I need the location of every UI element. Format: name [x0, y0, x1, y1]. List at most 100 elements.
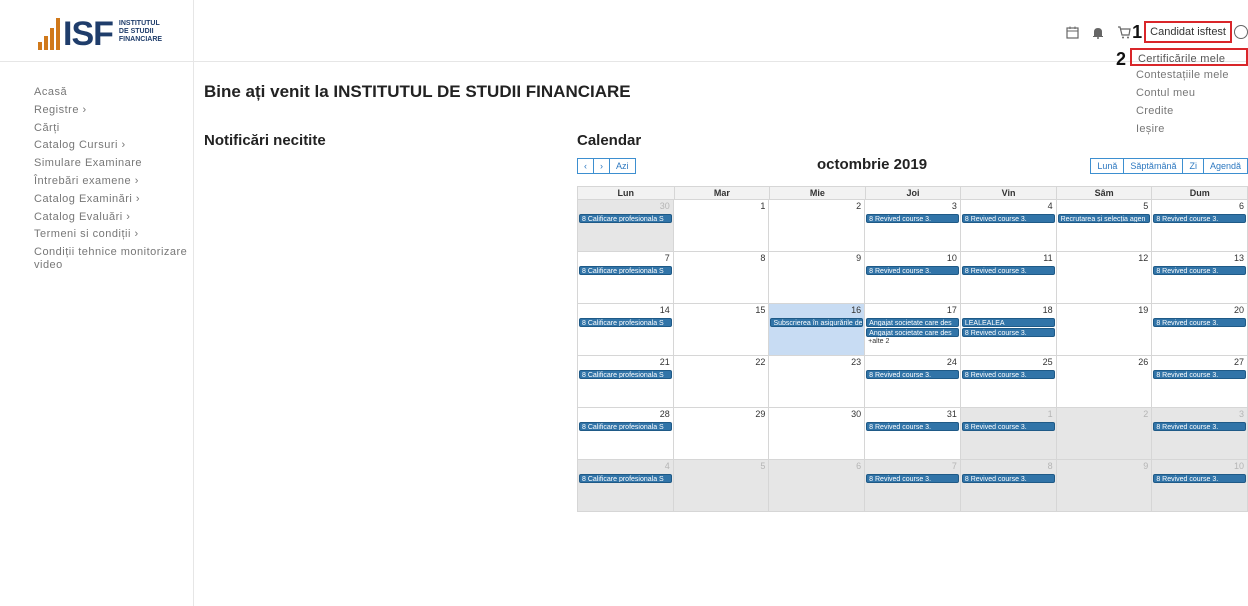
calendar-day-cell[interactable]: 8 — [673, 252, 770, 303]
day-number[interactable]: 3 — [1239, 409, 1244, 419]
day-number[interactable]: 25 — [1043, 357, 1053, 367]
calendar-day-cell[interactable]: 24 8 Revived course 3. — [865, 356, 961, 407]
calendar-day-cell[interactable]: 27 8 Revived course 3. — [1152, 356, 1248, 407]
calendar-day-cell[interactable]: 28 8 Calificare profesionala S — [578, 408, 674, 459]
calendar-day-cell[interactable]: 25 8 Revived course 3. — [960, 356, 1057, 407]
calendar-event[interactable]: 8 Calificare profesionala S — [579, 214, 672, 223]
calendar-event[interactable]: 8 Revived course 3. — [866, 266, 959, 275]
calendar-event[interactable]: 8 Calificare profesionala S — [579, 370, 672, 379]
day-number[interactable]: 30 — [660, 201, 670, 211]
day-number[interactable]: 8 — [1048, 461, 1053, 471]
calendar-day-cell[interactable]: 15 — [673, 304, 770, 355]
day-number[interactable]: 7 — [952, 461, 957, 471]
calendar-day-cell[interactable]: 13 8 Revived course 3. — [1152, 252, 1248, 303]
calendar-icon[interactable] — [1064, 24, 1080, 40]
day-number[interactable]: 3 — [952, 201, 957, 211]
menu-item-my-account[interactable]: Contul meu — [1130, 84, 1248, 102]
calendar-day-cell[interactable]: 4 8 Revived course 3. — [960, 200, 1057, 251]
user-circle-icon[interactable] — [1234, 25, 1248, 39]
calendar-day-cell[interactable]: 6 — [769, 460, 866, 511]
user-menu-button[interactable]: Candidat isftest — [1144, 21, 1232, 43]
sidebar-item-exam-questions[interactable]: Întrebări examene › — [34, 173, 194, 191]
menu-item-my-certifications[interactable]: Certificările mele — [1130, 48, 1248, 66]
day-number[interactable]: 10 — [947, 253, 957, 263]
day-number[interactable]: 30 — [851, 409, 861, 419]
calendar-event[interactable]: Angajat societate care des — [866, 318, 959, 327]
calendar-day-cell[interactable]: 10 8 Revived course 3. — [1152, 460, 1248, 511]
calendar-day-cell[interactable]: 17 Angajat societate care des Angajat soci… — [865, 304, 961, 355]
day-number[interactable]: 2 — [1143, 409, 1148, 419]
day-number[interactable]: 8 — [760, 253, 765, 263]
sidebar-item-books[interactable]: Cărți — [34, 120, 194, 138]
sidebar-item-registers[interactable]: Registre › — [34, 102, 194, 120]
calendar-event[interactable]: 8 Calificare profesionala S — [579, 318, 672, 327]
calendar-day-cell[interactable]: 7 8 Revived course 3. — [865, 460, 961, 511]
calendar-day-cell[interactable]: 10 8 Revived course 3. — [865, 252, 961, 303]
calendar-day-cell[interactable]: 7 8 Calificare profesionala S — [578, 252, 674, 303]
day-number[interactable]: 17 — [947, 305, 957, 315]
sidebar-item-terms[interactable]: Termeni si condiții › — [34, 226, 194, 244]
calendar-event[interactable]: 8 Revived course 3. — [961, 266, 1055, 275]
prev-month-button[interactable]: ‹ — [577, 158, 594, 174]
calendar-event[interactable]: 8 Revived course 3. — [1153, 214, 1247, 223]
calendar-event[interactable]: 8 Revived course 3. — [961, 474, 1055, 483]
day-number[interactable]: 5 — [760, 461, 765, 471]
day-number[interactable]: 6 — [1239, 201, 1244, 211]
calendar-event[interactable]: 8 Revived course 3. — [1153, 474, 1247, 483]
calendar-event[interactable]: 8 Revived course 3. — [1153, 370, 1247, 379]
calendar-day-cell[interactable]: 20 8 Revived course 3. — [1152, 304, 1248, 355]
calendar-day-cell[interactable]: 1 8 Revived course 3. — [960, 408, 1057, 459]
day-number[interactable]: 10 — [1234, 461, 1244, 471]
calendar-day-cell[interactable]: 18 LEALEALEA 8 Revived course 3. — [960, 304, 1057, 355]
day-number[interactable]: 4 — [1048, 201, 1053, 211]
calendar-day-cell[interactable]: 2 — [1056, 408, 1153, 459]
day-number[interactable]: 28 — [660, 409, 670, 419]
calendar-event[interactable]: 8 Revived course 3. — [1153, 422, 1247, 431]
today-button[interactable]: Azi — [610, 158, 636, 174]
view-month-button[interactable]: Lună — [1090, 158, 1125, 174]
day-number[interactable]: 4 — [665, 461, 670, 471]
calendar-day-cell[interactable]: 26 — [1056, 356, 1153, 407]
day-number[interactable]: 31 — [947, 409, 957, 419]
calendar-day-cell[interactable]: 9 — [769, 252, 866, 303]
calendar-day-cell[interactable]: 30 8 Calificare profesionala S — [578, 200, 674, 251]
calendar-day-cell[interactable]: 22 — [673, 356, 770, 407]
view-agenda-button[interactable]: Agendă — [1203, 158, 1248, 174]
day-number[interactable]: 11 — [1043, 253, 1052, 263]
day-number[interactable]: 21 — [660, 357, 670, 367]
calendar-event[interactable]: 8 Calificare profesionala S — [579, 474, 672, 483]
sidebar-item-exam-simulation[interactable]: Simulare Examinare — [34, 155, 194, 173]
day-number[interactable]: 29 — [755, 409, 765, 419]
isf-logo[interactable]: ISF INSTITUTUL DE STUDII FINANCIARE — [38, 10, 162, 51]
calendar-event[interactable]: 8 Revived course 3. — [866, 214, 959, 223]
calendar-event[interactable]: 8 Revived course 3. — [1153, 318, 1247, 327]
next-month-button[interactable]: › — [594, 158, 610, 174]
calendar-event[interactable]: Subscrierea în asigurările de — [770, 318, 864, 327]
calendar-day-cell[interactable]: 31 8 Revived course 3. — [865, 408, 961, 459]
day-number[interactable]: 2 — [856, 201, 861, 211]
calendar-day-cell[interactable]: 14 8 Calificare profesionala S — [578, 304, 674, 355]
day-number[interactable]: 16 — [851, 305, 861, 315]
calendar-event[interactable]: 8 Calificare profesionala S — [579, 422, 672, 431]
day-number[interactable]: 15 — [755, 305, 765, 315]
calendar-event[interactable]: 8 Revived course 3. — [961, 422, 1055, 431]
day-number[interactable]: 12 — [1138, 253, 1148, 263]
calendar-day-cell[interactable]: 5 Recrutarea și selecția agen — [1056, 200, 1153, 251]
view-week-button[interactable]: Săptămână — [1124, 158, 1184, 174]
day-number[interactable]: 9 — [856, 253, 861, 263]
day-number[interactable]: 22 — [755, 357, 765, 367]
calendar-event[interactable]: LEALEALEA — [961, 318, 1055, 327]
calendar-event[interactable]: 8 Revived course 3. — [1153, 266, 1247, 275]
sidebar-item-course-catalog[interactable]: Catalog Cursuri › — [34, 137, 194, 155]
calendar-day-cell[interactable]: 8 8 Revived course 3. — [960, 460, 1057, 511]
day-number[interactable]: 6 — [856, 461, 861, 471]
menu-item-my-appeals[interactable]: Contestațiile mele — [1130, 66, 1248, 84]
sidebar-item-exam-catalog[interactable]: Catalog Examinări › — [34, 191, 194, 209]
calendar-day-cell[interactable]: 9 — [1056, 460, 1153, 511]
calendar-event[interactable]: 8 Revived course 3. — [961, 214, 1055, 223]
view-day-button[interactable]: Zi — [1183, 158, 1204, 174]
calendar-day-cell[interactable]: 1 — [673, 200, 770, 251]
day-number[interactable]: 7 — [665, 253, 670, 263]
calendar-day-cell[interactable]: 6 8 Revived course 3. — [1152, 200, 1248, 251]
calendar-event[interactable]: 8 Revived course 3. — [961, 370, 1055, 379]
